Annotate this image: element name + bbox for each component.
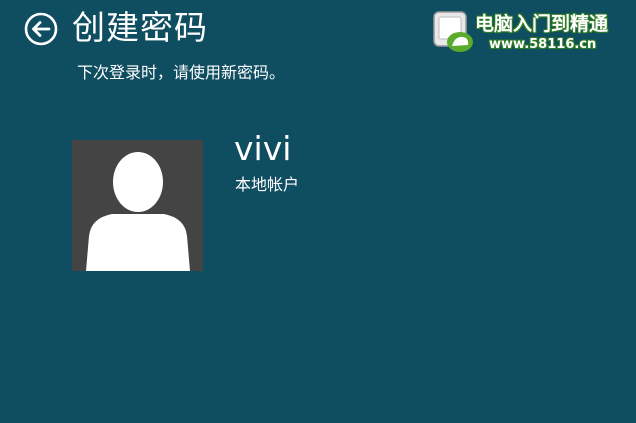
back-arrow-circle-icon <box>24 12 58 46</box>
watermark-title: 电脑入门到精通 <box>475 13 609 35</box>
avatar <box>72 140 203 271</box>
site-logo <box>431 10 475 54</box>
default-user-avatar-icon <box>86 152 190 271</box>
site-logo-icon <box>433 11 473 52</box>
user-name: vivi <box>234 129 292 168</box>
page-title: 创建密码 <box>72 8 208 47</box>
watermark-url: www.58116.cn <box>489 37 597 52</box>
page-subtitle: 下次登录时，请使用新密码。 <box>77 63 286 82</box>
account-type: 本地帐户 <box>235 175 300 194</box>
watermark: 电脑入门到精通 www.58116.cn <box>431 8 631 58</box>
back-button[interactable] <box>24 12 58 46</box>
